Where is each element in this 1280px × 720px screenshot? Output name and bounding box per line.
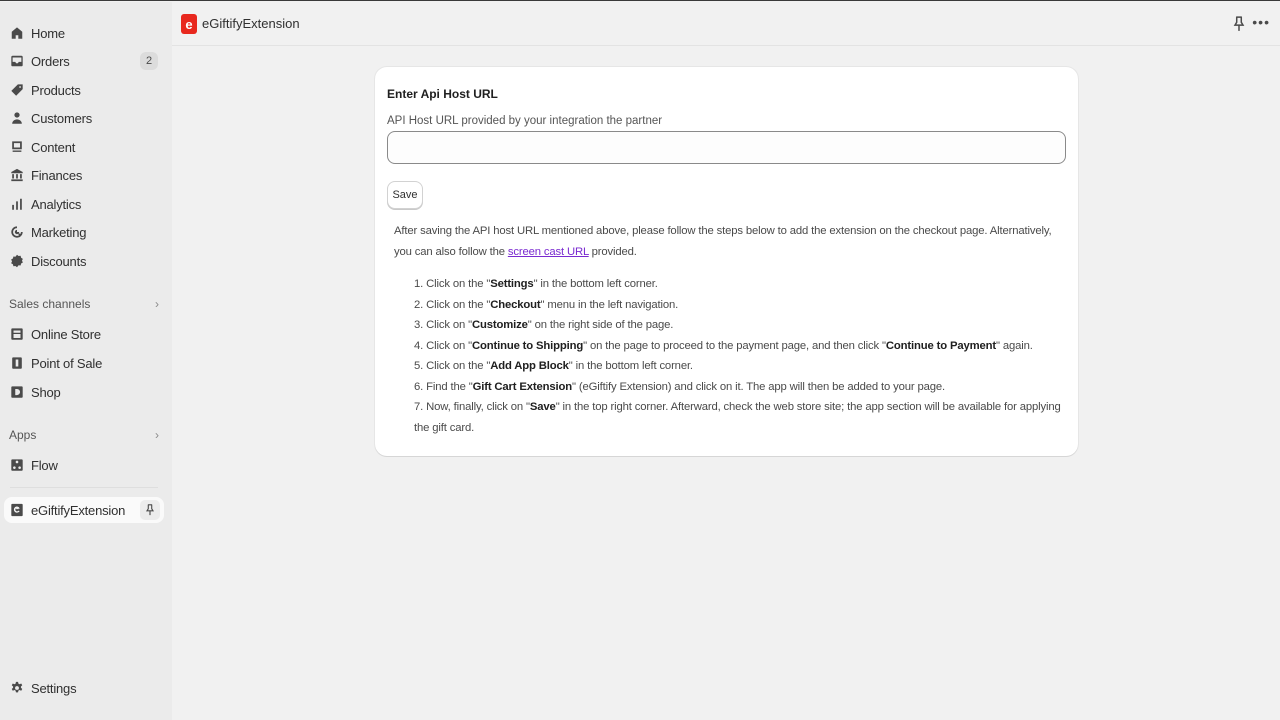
sidebar-item-flow[interactable]: Flow <box>4 452 164 478</box>
step-item: 6. Find the "Gift Cart Extension" (eGift… <box>414 380 946 393</box>
home-icon <box>10 26 24 40</box>
steps-list: 1. Click on the "Settings" in the bottom… <box>414 274 1074 438</box>
bar-chart-icon <box>10 197 24 211</box>
sidebar-item-label: Settings <box>31 680 77 696</box>
store-icon <box>10 327 24 341</box>
intro-text: After saving the API host URL mentioned … <box>394 225 1052 258</box>
step-item: 1. Click on the "Settings" in the bottom… <box>414 278 658 290</box>
sidebar-item-home[interactable]: Home <box>4 20 164 46</box>
pin-icon <box>146 504 154 516</box>
sidebar-item-label: Marketing <box>31 224 87 240</box>
sidebar-item-label: Content <box>31 139 76 155</box>
sidebar-item-finances[interactable]: Finances <box>4 162 164 188</box>
sidebar-item-label: Shop <box>31 384 61 400</box>
sidebar-item-settings[interactable]: Settings <box>4 675 164 701</box>
sidebar-item-label: eGiftifyExtension <box>31 502 126 518</box>
sidebar-item-label: Point of Sale <box>31 355 103 371</box>
discount-icon <box>10 254 24 268</box>
save-button[interactable]: Save <box>387 181 423 209</box>
orders-count-badge: 2 <box>140 52 158 70</box>
step-item: 5. Click on the "Add App Block" in the b… <box>414 360 693 372</box>
sidebar-divider <box>10 487 158 488</box>
sidebar-item-label: Products <box>31 82 81 98</box>
app-title: eGiftifyExtension <box>202 16 300 31</box>
sidebar-item-online-store[interactable]: Online Store <box>4 321 164 347</box>
sidebar-item-label: Flow <box>31 457 58 473</box>
orders-icon <box>10 54 24 68</box>
sidebar: Home Orders 2 Products Customers Content… <box>0 2 172 720</box>
sidebar-item-products[interactable]: Products <box>4 77 164 103</box>
intro-text-end: provided. <box>588 245 637 258</box>
bank-icon <box>10 168 24 182</box>
egiftify-logo-icon: e <box>181 14 197 34</box>
tag-icon <box>10 83 24 97</box>
sidebar-item-marketing[interactable]: Marketing <box>4 219 164 245</box>
sidebar-item-label: Home <box>31 25 65 41</box>
api-host-url-input[interactable] <box>387 131 1066 164</box>
sidebar-item-customers[interactable]: Customers <box>4 105 164 131</box>
more-actions-button[interactable]: ••• <box>1252 14 1270 30</box>
screen-cast-url-link[interactable]: screen cast URL <box>508 246 589 258</box>
unpin-app-button[interactable] <box>140 500 160 520</box>
content-icon <box>10 140 24 154</box>
step-item: 3. Click on "Customize" on the right sid… <box>414 319 674 331</box>
sidebar-item-label: Finances <box>31 167 83 183</box>
chevron-right-icon: › <box>155 297 159 311</box>
card-title: Enter Api Host URL <box>387 87 498 101</box>
sidebar-item-orders[interactable]: Orders 2 <box>4 48 164 74</box>
api-host-url-label: API Host URL provided by your integratio… <box>387 115 663 127</box>
pin-icon[interactable] <box>1232 16 1246 32</box>
sidebar-item-label: Discounts <box>31 253 87 269</box>
app-topbar: e eGiftifyExtension ••• <box>172 2 1280 46</box>
step-item: 2. Click on the "Checkout" menu in the l… <box>414 298 679 311</box>
gear-icon <box>10 681 24 695</box>
pos-icon <box>10 356 24 370</box>
sidebar-item-point-of-sale[interactable]: Point of Sale <box>4 350 164 376</box>
sidebar-item-shop[interactable]: Shop <box>4 379 164 405</box>
sales-channels-heading: Sales channels <box>9 297 91 311</box>
step-item: 4. Click on "Continue to Shipping" on th… <box>414 339 1033 352</box>
chevron-right-icon: › <box>155 428 159 442</box>
sales-channels-section-header[interactable]: Sales channels › <box>9 294 161 314</box>
api-host-settings-card: Enter Api Host URL API Host URL provided… <box>375 67 1078 456</box>
shop-icon <box>10 385 24 399</box>
sidebar-item-egiftify-extension[interactable]: eGiftifyExtension <box>4 497 164 523</box>
sidebar-item-label: Online Store <box>31 326 101 342</box>
person-icon <box>10 111 24 125</box>
sidebar-item-discounts[interactable]: Discounts <box>4 248 164 274</box>
sidebar-item-label: Orders <box>31 53 70 69</box>
sidebar-item-content[interactable]: Content <box>4 134 164 160</box>
sidebar-item-label: Analytics <box>31 196 82 212</box>
flow-icon <box>10 458 24 472</box>
sidebar-item-analytics[interactable]: Analytics <box>4 191 164 217</box>
apps-heading: Apps <box>9 428 37 442</box>
target-icon <box>10 225 24 239</box>
instructions-intro: After saving the API host URL mentioned … <box>394 221 1066 262</box>
step-item: 7. Now, finally, click on "Save" in the … <box>414 401 1061 434</box>
egiftify-icon <box>10 503 24 517</box>
sidebar-item-label: Customers <box>31 110 93 126</box>
apps-section-header[interactable]: Apps › <box>9 425 161 445</box>
